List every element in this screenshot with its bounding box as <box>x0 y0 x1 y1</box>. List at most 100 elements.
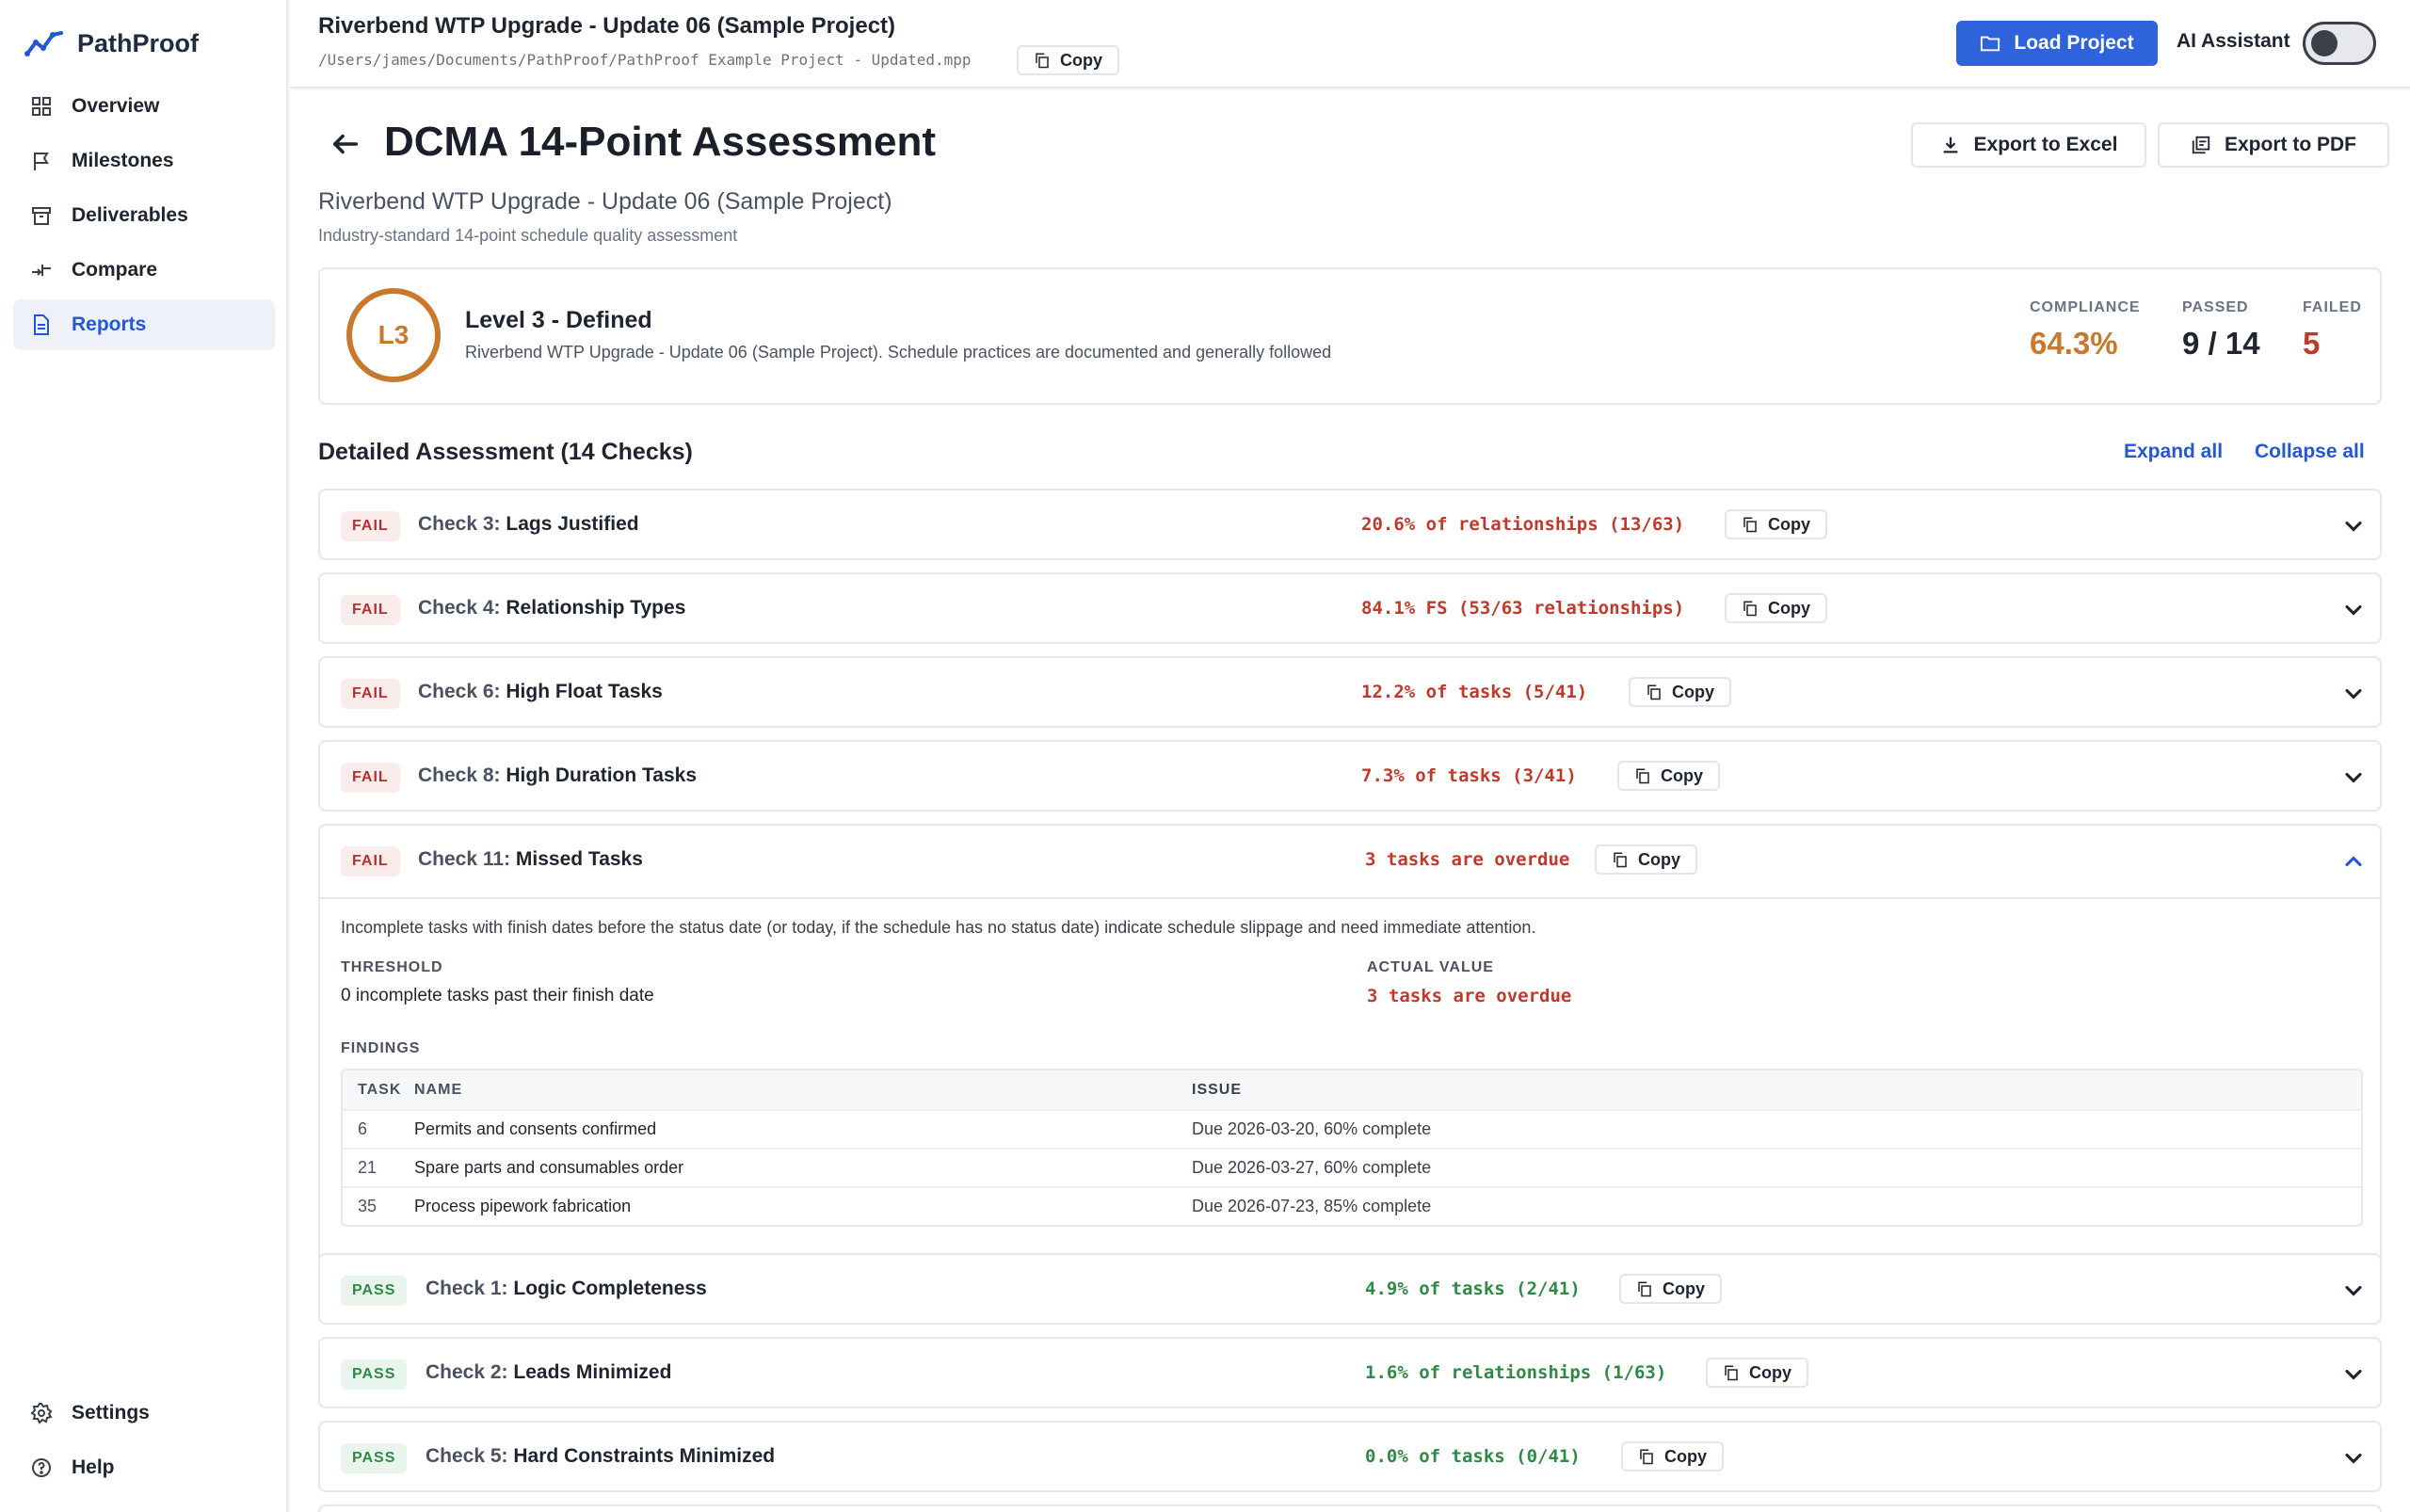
sidebar-item-settings[interactable]: Settings <box>13 1388 275 1439</box>
chevron-down-icon[interactable] <box>2340 513 2367 539</box>
check-title: Relationship Types <box>506 597 686 619</box>
expand-all-link[interactable]: Expand all <box>2124 441 2223 463</box>
gear-icon <box>30 1403 53 1424</box>
project-path: /Users/james/Documents/PathProof/PathPro… <box>318 51 972 69</box>
check-row[interactable]: FAIL Check 8: High Duration Tasks 7.3% o… <box>318 740 2382 812</box>
check-header[interactable]: FAIL Check 11: Missed Tasks 3 tasks are … <box>320 826 2380 895</box>
ai-assistant-toggle[interactable] <box>2303 22 2376 65</box>
compare-icon <box>32 265 51 276</box>
copy-label: Copy <box>1638 849 1680 869</box>
export-excel-button[interactable]: Export to Excel <box>1911 122 2146 168</box>
table-row[interactable]: 6 Permits and consents confirmed Due 202… <box>343 1109 2361 1148</box>
threshold-value: 0 incomplete tasks past their finish dat… <box>341 986 654 1005</box>
check-header[interactable]: FAIL Check 6: High Float Tasks 12.2% of … <box>320 658 2380 728</box>
check-row[interactable]: PASS Check 5: Hard Constraints Minimized… <box>318 1421 2382 1492</box>
check-number: Check 8: <box>418 764 501 786</box>
task-issue: Due 2026-03-20, 60% complete <box>1192 1119 1432 1138</box>
check-row[interactable]: PASS Check 1: Logic Completeness 4.9% of… <box>318 1253 2382 1325</box>
sidebar-item-label: Overview <box>72 95 160 117</box>
sidebar-item-compare[interactable]: Compare <box>13 245 275 296</box>
copy-icon <box>1636 768 1649 784</box>
copy-result-button[interactable]: Copy <box>1725 593 1827 623</box>
copy-result-button[interactable]: Copy <box>1621 1441 1724 1472</box>
check-name: Check 2: Leads Minimized <box>426 1361 671 1384</box>
load-project-button[interactable]: Load Project <box>1956 21 2158 66</box>
copy-result-button[interactable]: Copy <box>1617 761 1720 791</box>
copy-path-button[interactable]: Copy <box>1017 45 1119 75</box>
check-header[interactable]: PASS Check 2: Leads Minimized 1.6% of re… <box>320 1339 2380 1408</box>
check-header[interactable]: FAIL Check 4: Relationship Types 84.1% F… <box>320 574 2380 644</box>
column-header-name: NAME <box>414 1081 463 1098</box>
copy-result-button[interactable]: Copy <box>1595 844 1697 875</box>
level-description: Riverbend WTP Upgrade - Update 06 (Sampl… <box>465 343 1332 362</box>
check-row-expanded[interactable]: FAIL Check 11: Missed Tasks 3 tasks are … <box>318 824 2382 1272</box>
check-header[interactable]: FAIL Check 8: High Duration Tasks 7.3% o… <box>320 742 2380 812</box>
check-title: Missed Tasks <box>515 848 643 870</box>
chevron-up-icon[interactable] <box>2340 848 2367 875</box>
folder-icon <box>1981 36 2000 52</box>
sidebar: PathProof Overview Milestones Deliverabl… <box>0 0 288 1512</box>
check-row[interactable]: PASS Check 2: Leads Minimized 1.6% of re… <box>318 1337 2382 1408</box>
table-header: TASK NAME ISSUE <box>343 1070 2361 1109</box>
copy-icon <box>1743 517 1757 533</box>
table-row[interactable]: 21 Spare parts and consumables order Due… <box>343 1148 2361 1186</box>
sidebar-item-reports[interactable]: Reports <box>13 299 275 350</box>
check-name: Check 4: Relationship Types <box>418 597 685 619</box>
task-name: Process pipework fabrication <box>414 1197 632 1215</box>
sidebar-item-overview[interactable]: Overview <box>13 81 275 132</box>
chevron-down-icon[interactable] <box>2340 764 2367 791</box>
check-title: Leads Minimized <box>513 1361 672 1383</box>
brand[interactable]: PathProof <box>24 24 199 62</box>
copy-label: Copy <box>1768 514 1810 534</box>
findings-table: TASK NAME ISSUE 6 Permits and consents c… <box>341 1069 2363 1227</box>
load-project-label: Load Project <box>2014 32 2134 54</box>
check-row[interactable]: FAIL Check 6: High Float Tasks 12.2% of … <box>318 656 2382 728</box>
export-excel-label: Export to Excel <box>1973 134 2118 155</box>
assessment-section-title: Detailed Assessment (14 Checks) <box>318 439 693 465</box>
back-arrow-icon[interactable] <box>329 128 362 160</box>
check-row[interactable]: FAIL Check 3: Lags Justified 20.6% of re… <box>318 489 2382 560</box>
sidebar-item-milestones[interactable]: Milestones <box>13 136 275 186</box>
compliance-stat: COMPLIANCE 64.3% <box>2030 299 2141 362</box>
copy-icon <box>1743 601 1757 617</box>
copy-result-button[interactable]: Copy <box>1619 1274 1722 1304</box>
chevron-down-icon[interactable] <box>2340 1445 2367 1472</box>
failed-value: 5 <box>2303 326 2321 361</box>
page-description: Industry-standard 14-point schedule qual… <box>318 226 738 245</box>
copy-label: Copy <box>1661 765 1703 785</box>
check-header[interactable]: FAIL Check 3: Lags Justified 20.6% of re… <box>320 491 2380 560</box>
sidebar-item-deliverables[interactable]: Deliverables <box>13 190 275 241</box>
task-issue: Due 2026-07-23, 85% complete <box>1192 1197 1432 1215</box>
maturity-summary-card: L3 Level 3 - Defined Riverbend WTP Upgra… <box>318 267 2382 405</box>
copy-result-button[interactable]: Copy <box>1725 509 1827 539</box>
copy-label: Copy <box>1664 1446 1707 1466</box>
table-row[interactable]: 35 Process pipework fabrication Due 2026… <box>343 1186 2361 1225</box>
sidebar-nav: Overview Milestones Deliverables Compare… <box>13 81 275 354</box>
check-number: Check 3: <box>418 513 501 535</box>
threshold-block: THRESHOLD 0 incomplete tasks past their … <box>341 959 654 1006</box>
copy-result-button[interactable]: Copy <box>1629 677 1731 707</box>
logo-icon <box>24 31 63 56</box>
task-id: 21 <box>358 1158 378 1177</box>
sidebar-item-label: Milestones <box>72 150 174 171</box>
check-name: Check 5: Hard Constraints Minimized <box>426 1445 775 1468</box>
copy-label: Copy <box>1768 598 1810 618</box>
export-pdf-button[interactable]: Export to PDF <box>2158 122 2389 168</box>
chevron-down-icon[interactable] <box>2340 681 2367 707</box>
check-row[interactable]: FAIL Check 4: Relationship Types 84.1% F… <box>318 572 2382 644</box>
copy-result-button[interactable]: Copy <box>1706 1358 1808 1388</box>
check-header[interactable]: PASS Check 1: Logic Completeness 4.9% of… <box>320 1255 2380 1325</box>
check-header[interactable]: PASS Check 5: Hard Constraints Minimized… <box>320 1423 2380 1492</box>
check-description: Incomplete tasks with finish dates befor… <box>341 918 1536 937</box>
copy-label: Copy <box>1663 1279 1705 1298</box>
check-row[interactable] <box>318 1504 2382 1512</box>
sidebar-item-help[interactable]: Help <box>13 1442 275 1493</box>
flag-icon <box>34 153 49 170</box>
chevron-down-icon[interactable] <box>2340 597 2367 623</box>
check-number: Check 4: <box>418 597 501 619</box>
chevron-down-icon[interactable] <box>2340 1278 2367 1304</box>
chevron-down-icon[interactable] <box>2340 1361 2367 1388</box>
collapse-all-link[interactable]: Collapse all <box>2255 441 2365 463</box>
status-badge: FAIL <box>341 679 400 709</box>
grid-icon <box>32 97 51 116</box>
